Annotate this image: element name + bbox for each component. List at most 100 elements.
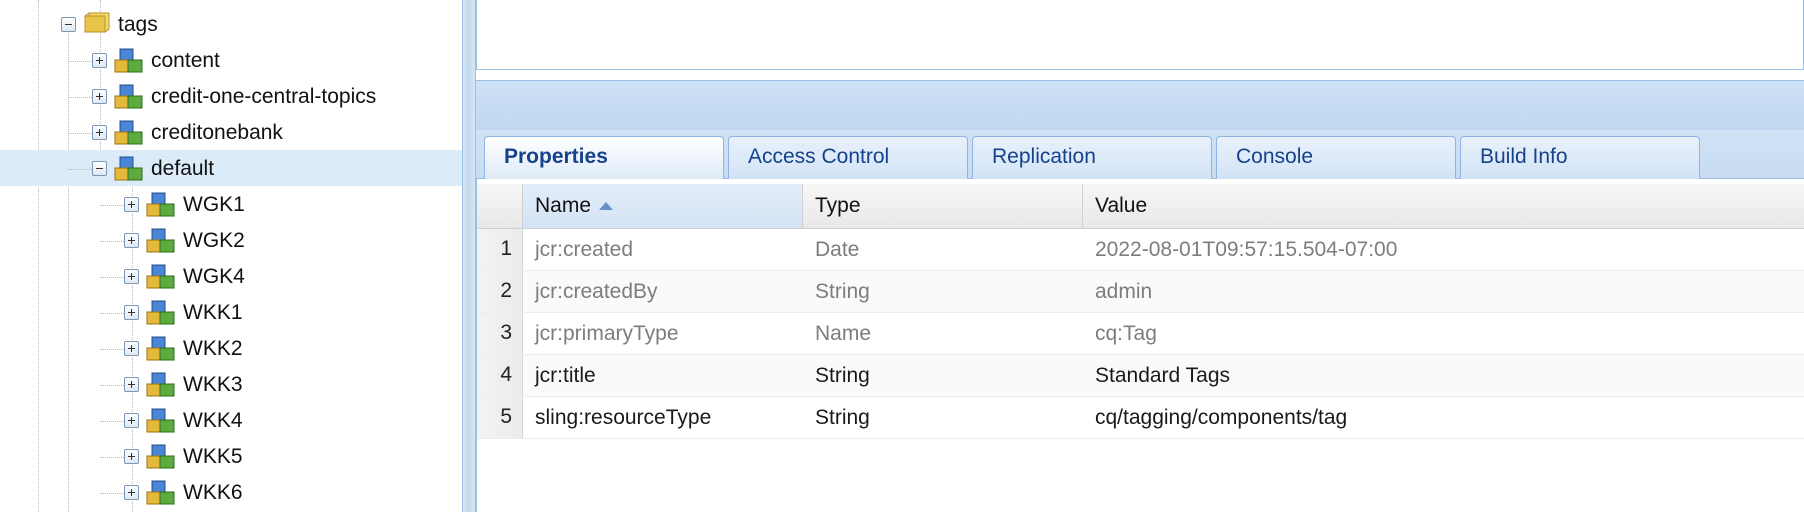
row-number: 5 bbox=[477, 397, 523, 438]
tree-item-content[interactable]: content bbox=[0, 42, 462, 78]
tab-label: Build Info bbox=[1480, 145, 1568, 168]
tree-item-wkk2[interactable]: WKK2 bbox=[0, 330, 462, 366]
tag-namespace-icon bbox=[146, 336, 175, 361]
tree-item-label: WKK4 bbox=[183, 409, 243, 432]
property-value[interactable]: cq/tagging/components/tag bbox=[1083, 397, 1347, 438]
tab-label: Replication bbox=[992, 145, 1096, 168]
table-row[interactable]: 3 jcr:primaryType Name cq:Tag bbox=[477, 313, 1804, 355]
plus-expander-icon[interactable] bbox=[124, 269, 139, 284]
row-number: 1 bbox=[477, 229, 523, 270]
tree-connector bbox=[100, 277, 124, 278]
tree-item-label: WGK1 bbox=[183, 193, 245, 216]
property-type: String bbox=[815, 280, 870, 303]
property-name: jcr:title bbox=[535, 364, 596, 387]
tag-namespace-icon bbox=[114, 156, 143, 181]
panel-splitter[interactable] bbox=[462, 0, 476, 512]
tag-namespace-icon bbox=[146, 192, 175, 217]
tab-build-info[interactable]: Build Info bbox=[1460, 136, 1700, 179]
grid-header: Name Type Value bbox=[477, 184, 1804, 229]
plus-expander-icon[interactable] bbox=[124, 377, 139, 392]
tree-item-label: WKK2 bbox=[183, 337, 243, 360]
tab-label: Console bbox=[1236, 145, 1314, 168]
editor-area bbox=[476, 0, 1804, 70]
tree-item-wgk4[interactable]: WGK4 bbox=[0, 258, 462, 294]
plus-expander-icon[interactable] bbox=[124, 485, 139, 500]
tag-namespace-icon bbox=[114, 48, 143, 73]
plus-expander-icon[interactable] bbox=[124, 413, 139, 428]
tree-connector bbox=[100, 205, 124, 206]
tree-item-credit-one-central-topics[interactable]: credit-one-central-topics bbox=[0, 78, 462, 114]
plus-expander-icon[interactable] bbox=[124, 341, 139, 356]
tree-item-label: tags bbox=[118, 13, 158, 36]
plus-expander-icon[interactable] bbox=[124, 305, 139, 320]
tree-item-tags[interactable]: tags bbox=[0, 6, 462, 42]
plus-expander-icon[interactable] bbox=[92, 89, 107, 104]
tag-namespace-icon bbox=[146, 408, 175, 433]
tree-item-label: default bbox=[151, 157, 215, 180]
tree-item-wkk4[interactable]: WKK4 bbox=[0, 402, 462, 438]
table-row[interactable]: 2 jcr:createdBy String admin bbox=[477, 271, 1804, 313]
property-value[interactable]: Standard Tags bbox=[1083, 355, 1230, 396]
property-name: jcr:primaryType bbox=[535, 322, 679, 345]
tab-console[interactable]: Console bbox=[1216, 136, 1456, 179]
property-value: admin bbox=[1095, 280, 1153, 303]
tree-item-wkk6[interactable]: WKK6 bbox=[0, 474, 462, 510]
tag-namespace-icon bbox=[114, 120, 143, 145]
property-type: Name bbox=[815, 322, 872, 345]
table-row[interactable]: 1 jcr:created Date 2022-08-01T09:57:15.5… bbox=[477, 229, 1804, 271]
tree-connector bbox=[100, 421, 124, 422]
tree-connector bbox=[68, 133, 92, 134]
tab-replication[interactable]: Replication bbox=[972, 136, 1212, 179]
tree-connector bbox=[100, 457, 124, 458]
tag-namespace-icon bbox=[146, 300, 175, 325]
plus-expander-icon[interactable] bbox=[92, 125, 107, 140]
column-header-type[interactable]: Type bbox=[803, 184, 1083, 228]
table-row[interactable]: 4 jcr:title String Standard Tags bbox=[477, 355, 1804, 397]
tab-access-control[interactable]: Access Control bbox=[728, 136, 968, 179]
tab-label: Access Control bbox=[748, 145, 890, 168]
table-row[interactable]: 5 sling:resourceType String cq/tagging/c… bbox=[477, 397, 1804, 439]
tree-item-label: credit-one-central-topics bbox=[151, 85, 377, 108]
tree-item-wgk1[interactable]: WGK1 bbox=[0, 186, 462, 222]
plus-expander-icon[interactable] bbox=[124, 449, 139, 464]
tab-bar: Properties Access Control Replication Co… bbox=[476, 130, 1804, 180]
plus-expander-icon[interactable] bbox=[124, 197, 139, 212]
tree-item-wkk3[interactable]: WKK3 bbox=[0, 366, 462, 402]
tree-item-wgk2[interactable]: WGK2 bbox=[0, 222, 462, 258]
tab-label: Properties bbox=[504, 145, 608, 168]
tab-properties[interactable]: Properties bbox=[484, 136, 724, 180]
column-header-value[interactable]: Value bbox=[1083, 184, 1804, 228]
tree-item-wkk1[interactable]: WKK1 bbox=[0, 294, 462, 330]
properties-grid: Name Type Value 1 jcr:created Date 2022-… bbox=[476, 179, 1804, 512]
row-number: 4 bbox=[477, 355, 523, 396]
property-name: jcr:createdBy bbox=[535, 280, 658, 303]
tree-connector bbox=[100, 385, 124, 386]
tag-namespace-icon bbox=[146, 264, 175, 289]
tree-panel: tags content credit-one-central-topics c… bbox=[0, 0, 462, 512]
tag-namespace-icon bbox=[146, 480, 175, 505]
property-name: jcr:created bbox=[535, 238, 634, 261]
tree-connector bbox=[100, 349, 124, 350]
tree-item-default[interactable]: default bbox=[0, 150, 462, 186]
tag-namespace-icon bbox=[146, 372, 175, 397]
row-number: 3 bbox=[477, 313, 523, 354]
tree-item-label: WKK5 bbox=[183, 445, 243, 468]
sort-ascending-icon bbox=[599, 202, 614, 211]
tree-item-label: WKK1 bbox=[183, 301, 243, 324]
property-type: String bbox=[815, 406, 870, 429]
column-header-name[interactable]: Name bbox=[523, 184, 803, 228]
tree-item-creditonebank[interactable]: creditonebank bbox=[0, 114, 462, 150]
minus-expander-icon[interactable] bbox=[92, 161, 107, 176]
plus-expander-icon[interactable] bbox=[92, 53, 107, 68]
row-number: 2 bbox=[477, 271, 523, 312]
tree-item-label: WKK3 bbox=[183, 373, 243, 396]
tag-namespace-icon bbox=[114, 84, 143, 109]
tag-namespace-icon bbox=[146, 444, 175, 469]
property-value: cq:Tag bbox=[1095, 322, 1157, 345]
plus-expander-icon[interactable] bbox=[124, 233, 139, 248]
property-value: 2022-08-01T09:57:15.504-07:00 bbox=[1095, 238, 1398, 261]
tree-item-wkk5[interactable]: WKK5 bbox=[0, 438, 462, 474]
tree-item-label: content bbox=[151, 49, 220, 72]
minus-expander-icon[interactable] bbox=[61, 17, 76, 32]
panel-header-band bbox=[476, 80, 1804, 130]
